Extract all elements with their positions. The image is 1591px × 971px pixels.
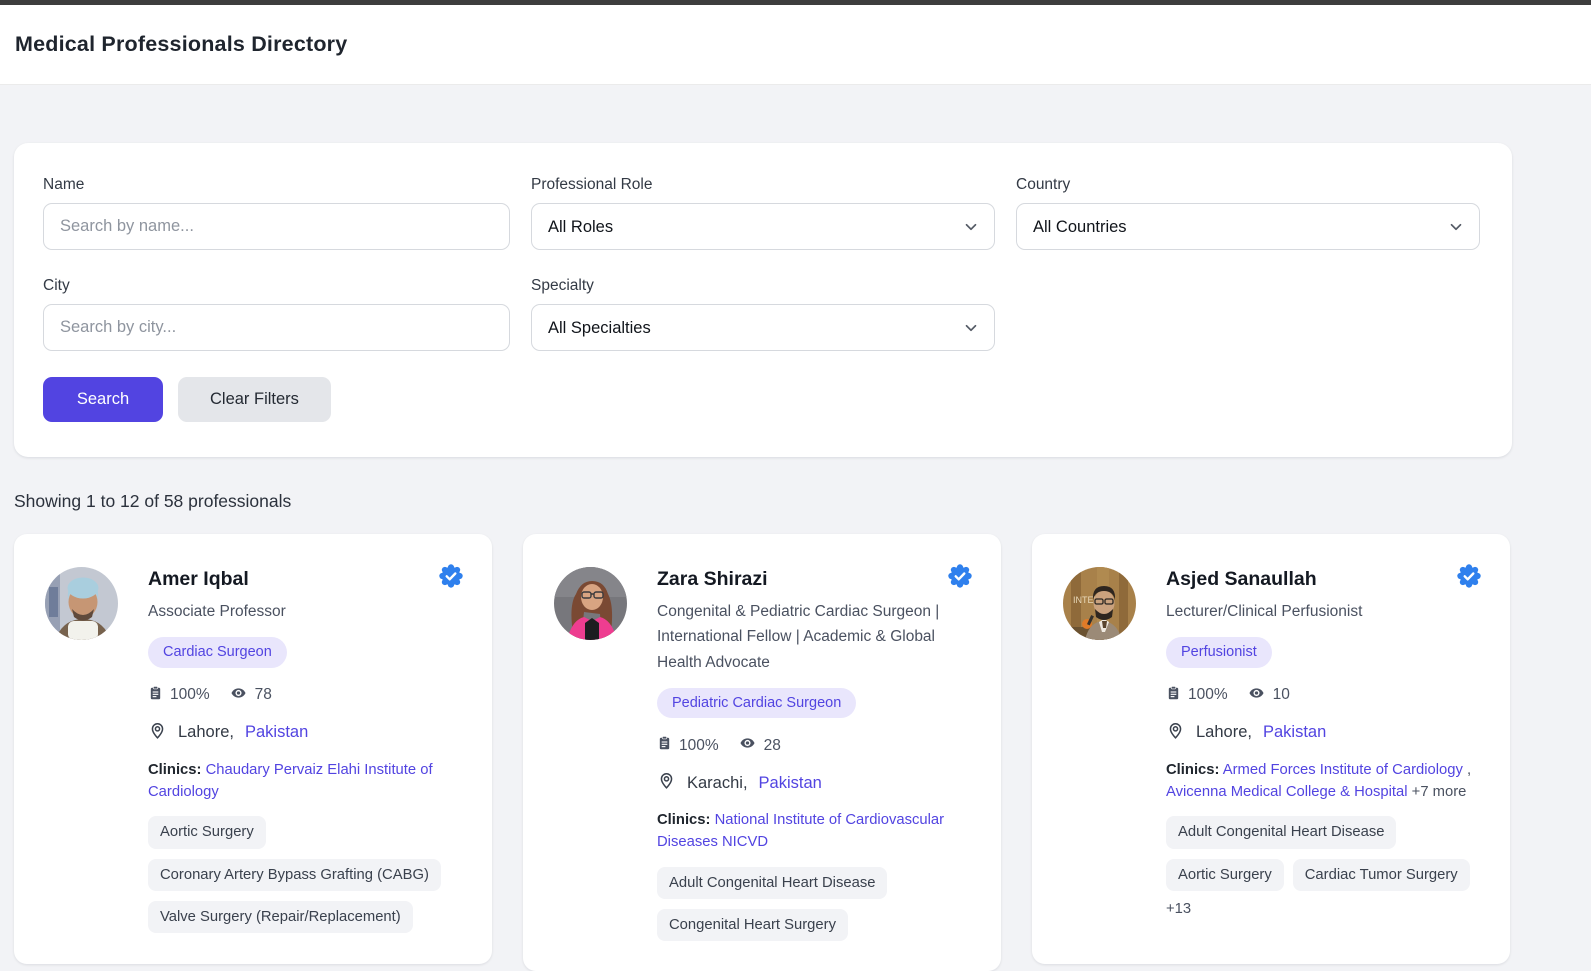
specialty-tag: Cardiac Tumor Surgery [1293,859,1470,891]
location-pin-icon [1166,720,1185,746]
clinics-label: Clinics: [657,812,710,828]
stats-row: 100% 78 [148,685,462,706]
professional-name: Asjed Sanaullah [1166,567,1480,591]
specialty-tag: Aortic Surgery [148,816,266,848]
professional-card[interactable]: Amer Iqbal Associate Professor Cardiac Sur… [14,534,492,964]
views-value: 28 [764,737,781,755]
professional-title: Associate Professor [148,599,462,624]
verified-badge-icon [1457,564,1481,588]
name-search-input[interactable] [43,203,510,250]
clinics-line: Clinics: Chaudary Pervaiz Elahi Institut… [148,759,462,803]
role-field-group: Professional Role All Roles [531,176,995,250]
role-label: Professional Role [531,176,995,194]
clinic-link[interactable]: Armed Forces Institute of Cardiology [1223,762,1463,778]
specialty-select[interactable]: All Specialties [531,304,995,351]
professional-card[interactable]: INTER Asjed Sanaullah Lecturer/Clinical Pe… [1032,534,1510,964]
city-text: Karachi, [687,774,748,793]
clear-filters-button[interactable]: Clear Filters [178,377,331,422]
views-value: 10 [1273,686,1290,704]
country-select[interactable]: All Countries [1016,203,1480,250]
views-stat: 28 [738,735,781,756]
name-label: Name [43,176,510,194]
name-field-group: Name [43,176,510,250]
avatar-photo [554,567,627,640]
city-search-input[interactable] [43,304,510,351]
clinics-label: Clinics: [148,762,201,778]
location-row: Karachi, Pakistan [657,770,971,796]
location-pin-icon [657,770,676,796]
specialty-tags: Aortic Surgery Coronary Artery Bypass Gra… [148,816,462,933]
page-title: Medical Professionals Directory [15,32,347,57]
clinics-label: Clinics: [1166,762,1219,778]
verified-badge-icon [439,564,463,588]
city-text: Lahore, [178,723,234,742]
avatar-photo: INTER [1063,567,1136,640]
role-badge: Pediatric Cardiac Surgeon [657,688,856,719]
completion-value: 100% [679,737,719,755]
completion-value: 100% [170,686,210,704]
eye-icon [229,685,248,706]
clinics-line: Clinics: Armed Forces Institute of Cardi… [1166,759,1480,803]
clinic-link[interactable]: Avicenna Medical College & Hospital [1166,784,1408,800]
city-label: City [43,277,510,295]
country-label: Country [1016,176,1480,194]
professional-name: Amer Iqbal [148,567,462,591]
clinics-line: Clinics: National Institute of Cardiovas… [657,809,971,853]
location-row: Lahore, Pakistan [148,720,462,746]
completion-value: 100% [1188,686,1228,704]
page-header: Medical Professionals Directory [0,5,1591,85]
specialties-more-text: +13 [1166,901,1191,917]
specialty-tag: Aortic Surgery [1166,859,1284,891]
country-link[interactable]: Pakistan [1263,723,1326,742]
professional-cards-grid: Amer Iqbal Associate Professor Cardiac Sur… [14,534,1512,971]
stats-row: 100% 28 [657,735,971,756]
country-field-group: Country All Countries [1016,176,1480,250]
specialty-tag: Adult Congenital Heart Disease [1166,816,1396,848]
profile-completion-stat: 100% [1166,685,1228,706]
professional-name: Zara Shirazi [657,567,971,591]
location-pin-icon [148,720,167,746]
verified-badge-icon [948,564,972,588]
clinic-separator: , [1467,762,1471,778]
stats-row: 100% 10 [1166,685,1480,706]
clipboard-icon [657,735,672,756]
specialty-tag: Coronary Artery Bypass Grafting (CABG) [148,859,441,891]
location-row: Lahore, Pakistan [1166,720,1480,746]
views-stat: 78 [229,685,272,706]
eye-icon [1247,685,1266,706]
profile-completion-stat: 100% [657,735,719,756]
professional-title: Lecturer/Clinical Perfusionist [1166,599,1480,624]
specialty-tags: Adult Congenital Heart Disease Congenital… [657,867,971,942]
specialty-tag: Congenital Heart Surgery [657,909,848,941]
profile-completion-stat: 100% [148,685,210,706]
views-value: 78 [255,686,272,704]
search-button[interactable]: Search [43,377,163,422]
city-field-group: City [43,277,510,351]
filter-panel: Name Professional Role All Roles Country… [14,143,1512,457]
country-link[interactable]: Pakistan [759,774,822,793]
specialty-label: Specialty [531,277,995,295]
professional-title: Congenital & Pediatric Cardiac Surgeon |… [657,599,971,674]
city-text: Lahore, [1196,723,1252,742]
clipboard-icon [1166,685,1181,706]
role-select[interactable]: All Roles [531,203,995,250]
country-link[interactable]: Pakistan [245,723,308,742]
specialty-tag: Adult Congenital Heart Disease [657,867,887,899]
role-badge: Perfusionist [1166,637,1272,668]
specialty-field-group: Specialty All Specialties [531,277,995,351]
avatar-photo [45,567,118,640]
eye-icon [738,735,757,756]
clipboard-icon [148,685,163,706]
views-stat: 10 [1247,685,1290,706]
specialty-tag: Valve Surgery (Repair/Replacement) [148,901,413,933]
professional-card[interactable]: Zara Shirazi Congenital & Pediatric Cardi… [523,534,1001,971]
clinics-more-text: +7 more [1412,784,1467,800]
role-badge: Cardiac Surgeon [148,637,287,668]
specialty-tags: Adult Congenital Heart Disease Aortic Sur… [1166,816,1480,917]
results-summary: Showing 1 to 12 of 58 professionals [14,491,1512,512]
